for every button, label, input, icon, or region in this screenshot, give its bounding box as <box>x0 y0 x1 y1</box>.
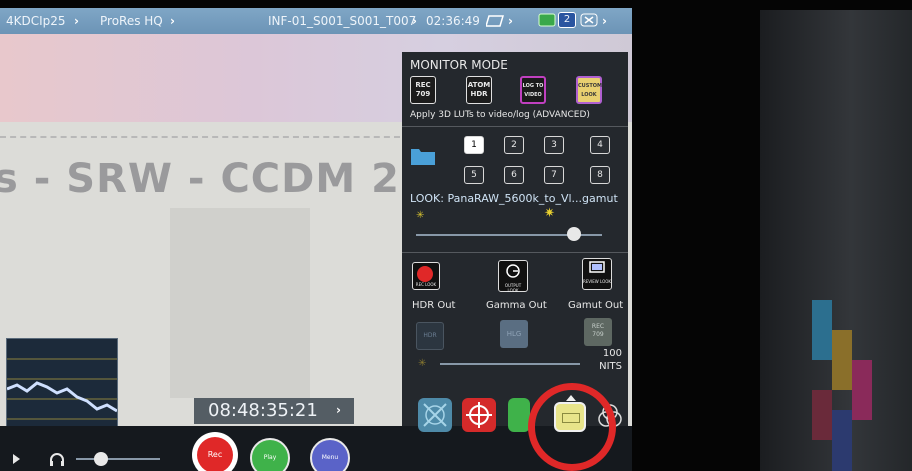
rec709-mode-button[interactable]: REC 709 <box>410 76 436 104</box>
divider <box>0 136 400 138</box>
codec-label[interactable]: 4KDCIp25 <box>6 14 66 28</box>
menu-button[interactable]: Menu <box>310 438 350 471</box>
divider <box>402 252 628 253</box>
status-bar: 4KDCIp25 › ProRes HQ › INF-01_S001_S001_… <box>0 8 632 34</box>
lut-slot-7[interactable]: 7 <box>544 166 564 184</box>
video-frame-text: s - SRW - CCDM 28 <box>0 156 429 202</box>
chevron-right-icon: › <box>508 14 513 28</box>
channel-2-indicator[interactable]: 2 <box>558 12 576 28</box>
folder-icon[interactable] <box>410 144 436 166</box>
highlight-circle <box>528 383 616 471</box>
clip-name[interactable]: INF-01_S001_S001_T007 <box>268 14 416 28</box>
nits-unit: NITS <box>599 361 622 372</box>
nits-value: 100 <box>602 348 622 359</box>
nits-icon: ✳ <box>418 358 427 369</box>
brightness-high-icon: ✷ <box>544 206 555 221</box>
nits-slider[interactable] <box>440 363 580 365</box>
gamut-out-value: REC <box>591 323 605 330</box>
headphones-icon[interactable] <box>48 450 66 468</box>
panel-title: MONITOR MODE <box>410 58 508 72</box>
brightness-low-icon: ✳ <box>416 210 425 221</box>
battery-icon[interactable] <box>538 13 556 27</box>
hdr-out-label: HDR Out <box>412 300 456 311</box>
rec-look-button[interactable]: REC LOOK <box>412 262 440 290</box>
monitor-icon <box>589 261 605 273</box>
gamma-out-button[interactable]: HLG <box>500 320 528 348</box>
divider <box>402 126 628 127</box>
zebra-button[interactable] <box>508 398 530 432</box>
color-chart <box>812 300 872 471</box>
timecode-display[interactable]: 08:48:35:21 › <box>194 398 354 424</box>
brightness-slider-handle[interactable] <box>567 227 582 241</box>
chevron-right-icon[interactable] <box>10 452 24 466</box>
atom-hdr-mode-button[interactable]: ATOM HDR <box>466 76 492 104</box>
lut-slot-8[interactable]: 8 <box>590 166 610 184</box>
log-to-video-mode-button[interactable]: LOG TO VIDEO <box>520 76 546 104</box>
lut-slot-5[interactable]: 5 <box>464 166 484 184</box>
frame-guides-icon <box>423 403 447 427</box>
record-label: Rec <box>197 437 233 471</box>
record-time[interactable]: 02:36:49 <box>426 14 480 28</box>
lut-slot-2[interactable]: 2 <box>504 136 524 154</box>
record-button[interactable]: Rec <box>192 432 238 471</box>
play-button[interactable]: Play <box>250 438 290 471</box>
close-icon[interactable] <box>580 13 598 27</box>
frame-guides-button[interactable] <box>418 398 452 432</box>
chevron-right-icon: › <box>336 403 341 417</box>
gamut-out-button[interactable]: REC 709 <box>584 318 612 346</box>
look-name: LOOK: PanaRAW_5600k_to_Vl...gamut <box>410 192 618 205</box>
output-look-button[interactable]: OUTPUT LOOK <box>498 260 528 293</box>
lut-slot-3[interactable]: 3 <box>544 136 564 154</box>
lut-slot-1[interactable]: 1 <box>464 136 484 154</box>
gamma-out-label: Gamma Out <box>486 300 547 311</box>
timecode-value: 08:48:35:21 <box>208 400 318 421</box>
lut-slot-6[interactable]: 6 <box>504 166 524 184</box>
gamut-out-label: Gamut Out <box>568 300 624 311</box>
storage-icon <box>486 15 504 27</box>
chevron-right-icon: › <box>74 14 79 28</box>
volume-slider[interactable] <box>76 458 160 460</box>
waveform-scope[interactable] <box>6 338 118 436</box>
output-icon <box>506 264 520 278</box>
crosshair-icon <box>466 402 492 428</box>
review-look-button[interactable]: REVIEW LOOK <box>582 258 612 290</box>
mode-description: Apply 3D LUTs to video/log (ADVANCED) <box>410 110 590 120</box>
monitor-mode-panel: MONITOR MODE REC 709 ATOM HDR LOG TO VIDEO … <box>402 52 628 432</box>
format-label[interactable]: ProRes HQ <box>100 14 163 28</box>
chevron-right-icon: › <box>602 14 607 28</box>
volume-slider-handle[interactable] <box>94 452 108 466</box>
focus-peaking-button[interactable] <box>462 398 496 432</box>
hdr-out-button[interactable]: HDR <box>416 322 444 350</box>
chevron-right-icon: › <box>412 14 417 28</box>
chevron-right-icon: › <box>170 14 175 28</box>
video-frame-panel <box>170 208 310 398</box>
custom-look-mode-button[interactable]: CUSTOM LOOK <box>576 76 602 104</box>
lut-slot-4[interactable]: 4 <box>590 136 610 154</box>
gamut-out-value-2: 709 <box>592 331 604 338</box>
